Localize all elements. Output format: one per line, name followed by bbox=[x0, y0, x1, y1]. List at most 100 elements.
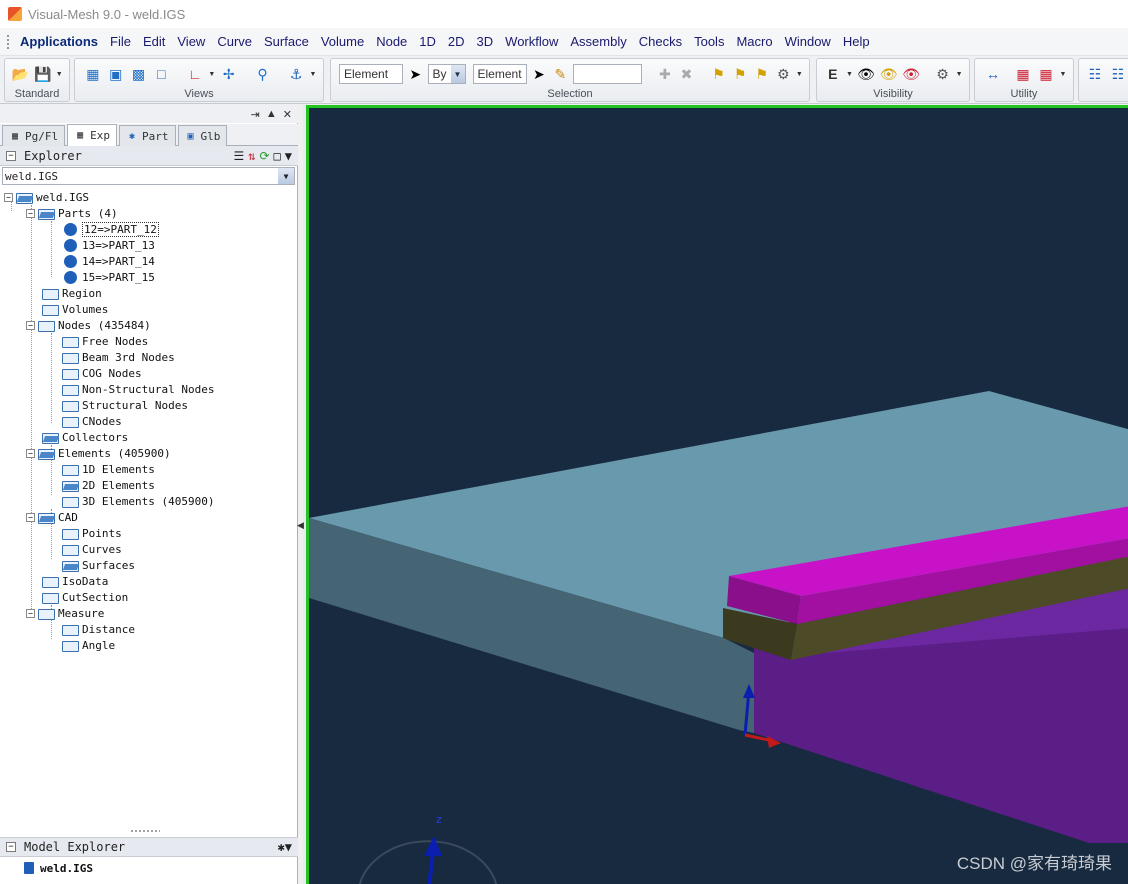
measure-icon[interactable]: ↔ bbox=[983, 64, 1003, 84]
tree-node-measure[interactable]: − Measure bbox=[26, 605, 104, 621]
menu-help[interactable]: Help bbox=[839, 31, 878, 53]
view-iso-mesh-icon[interactable]: ▩ bbox=[129, 64, 149, 84]
tree-part-item[interactable]: 12=>PART_12 bbox=[64, 221, 159, 237]
zoom-window-icon[interactable]: ⚲ bbox=[253, 64, 273, 84]
show-only-icon[interactable]: 👁 bbox=[879, 64, 899, 84]
graphics-viewport[interactable]: z CSDN @家有琦琦果 bbox=[306, 105, 1128, 884]
menu-curve[interactable]: Curve bbox=[213, 31, 260, 53]
tab-exp[interactable]: ▦ Exp bbox=[67, 124, 117, 146]
collapse-icon[interactable]: − bbox=[6, 150, 16, 161]
tree-cad-item[interactable]: Curves bbox=[62, 541, 122, 557]
tree-element-item[interactable]: 3D Elements (405900) bbox=[62, 493, 214, 509]
collapse-icon[interactable]: − bbox=[26, 608, 35, 618]
tree-node-isodata[interactable]: IsoData bbox=[42, 573, 108, 589]
tree-node-item[interactable]: COG Nodes bbox=[62, 365, 142, 381]
model-select[interactable]: weld.IGS ▼ bbox=[2, 167, 295, 185]
render-mode-icon[interactable]: ☷ bbox=[1085, 64, 1105, 84]
view-iso-solid-icon[interactable]: ▣ bbox=[106, 64, 126, 84]
pan-move-icon[interactable]: ✢ bbox=[219, 64, 239, 84]
anchor-dropdown-icon[interactable]: ▼ bbox=[309, 64, 317, 84]
menu-tools[interactable]: Tools bbox=[690, 31, 732, 53]
open-folder-icon[interactable]: 📂 bbox=[11, 64, 30, 84]
tree-node-item[interactable]: Beam 3rd Nodes bbox=[62, 349, 175, 365]
select-add-icon[interactable]: ✚ bbox=[656, 64, 675, 84]
view-iso-wire-icon[interactable]: ▦ bbox=[83, 64, 103, 84]
model-explorer-tools-icon[interactable]: ✱▼ bbox=[278, 840, 298, 854]
tree-element-item[interactable]: 2D Elements bbox=[62, 477, 155, 493]
selection-by-field[interactable]: Element bbox=[472, 64, 527, 84]
entity-visibility-icon[interactable]: E bbox=[823, 64, 843, 84]
menu-surface[interactable]: Surface bbox=[260, 31, 317, 53]
more-icon[interactable]: ▼ bbox=[285, 149, 292, 163]
tab-glb[interactable]: ▣ Glb bbox=[177, 125, 228, 146]
tree-node-collectors[interactable]: Collectors bbox=[42, 429, 128, 445]
panel-close-icon[interactable]: ✕ bbox=[283, 108, 292, 121]
table-grid-b-icon[interactable]: ▦ bbox=[1036, 64, 1056, 84]
square-icon[interactable]: □ bbox=[274, 149, 281, 163]
tab-pgfl[interactable]: ▦ Pg/Fl bbox=[2, 125, 66, 146]
collapse-icon[interactable]: − bbox=[26, 208, 35, 218]
visibility-dropdown-icon[interactable]: ▼ bbox=[955, 64, 963, 84]
pick-id-c-icon[interactable]: ⚑ bbox=[752, 64, 771, 84]
menu-workflow[interactable]: Workflow bbox=[501, 31, 566, 53]
save-icon[interactable]: 💾 bbox=[33, 64, 52, 84]
collapse-icon[interactable]: − bbox=[6, 842, 16, 852]
menu-volume[interactable]: Volume bbox=[317, 31, 372, 53]
sort-icon[interactable]: ⇅ bbox=[248, 149, 255, 163]
selection-search-field[interactable] bbox=[572, 64, 643, 84]
menu-view[interactable]: View bbox=[173, 31, 213, 53]
collapse-icon[interactable]: − bbox=[26, 512, 35, 522]
tree-root[interactable]: − weld.IGS bbox=[4, 189, 89, 205]
select-list-icon[interactable]: ✎ bbox=[551, 64, 570, 84]
menu-2d[interactable]: 2D bbox=[444, 31, 473, 53]
collapse-icon[interactable]: − bbox=[4, 192, 13, 202]
pick-mode-icon[interactable]: ⚙ bbox=[774, 64, 793, 84]
tree-node-item[interactable]: CNodes bbox=[62, 413, 122, 429]
collapse-icon[interactable]: − bbox=[26, 448, 35, 458]
tree-part-item[interactable]: 13=>PART_13 bbox=[64, 237, 155, 253]
tree-element-item[interactable]: 1D Elements bbox=[62, 461, 155, 477]
standard-dropdown-icon[interactable]: ▼ bbox=[55, 64, 63, 84]
tree-node-region[interactable]: Region bbox=[42, 285, 102, 301]
tree-node-item[interactable]: Structural Nodes bbox=[62, 397, 188, 413]
menu-file[interactable]: File bbox=[106, 31, 139, 53]
axis-orient-icon[interactable]: ∟ bbox=[185, 64, 205, 84]
menu-1d[interactable]: 1D bbox=[415, 31, 444, 53]
menu-3d[interactable]: 3D bbox=[473, 31, 502, 53]
tree-node-item[interactable]: Non-Structural Nodes bbox=[62, 381, 214, 397]
pick-id-b-icon[interactable]: ⚑ bbox=[731, 64, 750, 84]
anchor-icon[interactable]: ⚓ bbox=[286, 64, 306, 84]
selection-by-select[interactable]: By ▼ bbox=[427, 64, 466, 84]
tree-node-cad[interactable]: − CAD bbox=[26, 509, 78, 525]
tree-node-volumes[interactable]: Volumes bbox=[42, 301, 108, 317]
splitter-grip-icon[interactable] bbox=[130, 829, 160, 833]
axis-dropdown-icon[interactable]: ▼ bbox=[208, 64, 216, 84]
menu-edit[interactable]: Edit bbox=[139, 31, 173, 53]
menubar-grip-icon[interactable] bbox=[6, 33, 10, 50]
table-grid-icon[interactable]: ▦ bbox=[1013, 64, 1033, 84]
visibility-settings-icon[interactable]: ⚙ bbox=[933, 64, 953, 84]
tree-node-elements[interactable]: − Elements (405900) bbox=[26, 445, 171, 461]
menu-macro[interactable]: Macro bbox=[732, 31, 780, 53]
menu-window[interactable]: Window bbox=[781, 31, 839, 53]
utility-dropdown-icon[interactable]: ▼ bbox=[1059, 64, 1067, 84]
menu-node[interactable]: Node bbox=[372, 31, 415, 53]
tab-part[interactable]: ✱ Part bbox=[119, 125, 176, 146]
pick-id-icon[interactable]: ⚑ bbox=[709, 64, 728, 84]
show-eye-icon[interactable]: 👁 bbox=[856, 64, 876, 84]
collapse-left-icon[interactable]: ◀ bbox=[297, 520, 305, 536]
hide-icon[interactable]: 👁 bbox=[901, 64, 921, 84]
tree-cad-item[interactable]: Surfaces bbox=[62, 557, 135, 573]
tree-node-item[interactable]: Free Nodes bbox=[62, 333, 148, 349]
collapse-icon[interactable]: − bbox=[26, 320, 35, 330]
tree-cad-item[interactable]: Points bbox=[62, 525, 122, 541]
menu-checks[interactable]: Checks bbox=[635, 31, 690, 53]
tree-part-item[interactable]: 14=>PART_14 bbox=[64, 253, 155, 269]
panel-up-icon[interactable]: ▲ bbox=[266, 108, 277, 120]
view-outline-icon[interactable]: □ bbox=[151, 64, 171, 84]
tree-node-cutsection[interactable]: CutSection bbox=[42, 589, 128, 605]
filter-icon[interactable]: ☰ bbox=[233, 149, 244, 163]
tree-part-item[interactable]: 15=>PART_15 bbox=[64, 269, 155, 285]
select-remove-icon[interactable]: ✖ bbox=[677, 64, 696, 84]
pick-dropdown-icon[interactable]: ▼ bbox=[796, 64, 803, 84]
